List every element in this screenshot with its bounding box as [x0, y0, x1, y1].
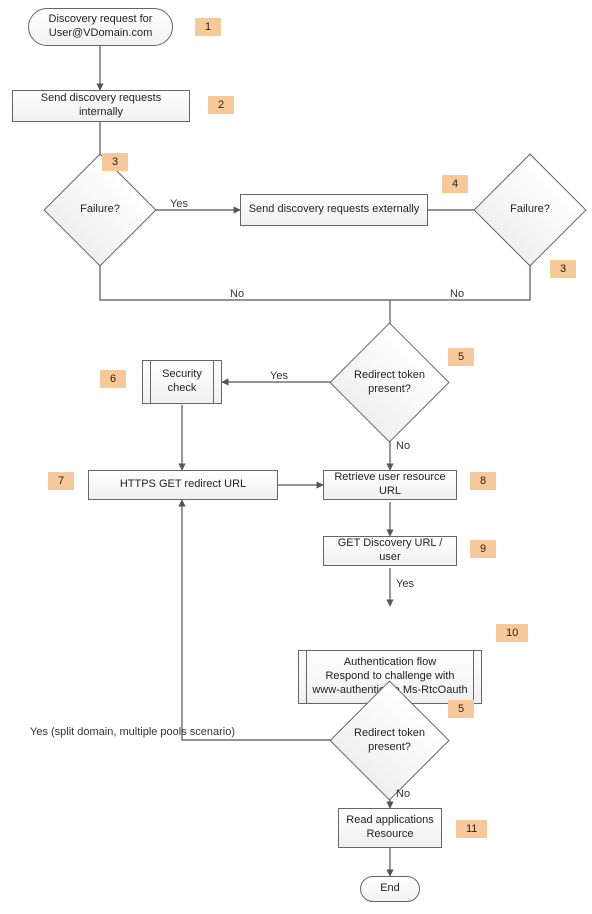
- badge-3a: 3: [102, 153, 128, 171]
- process-https-get-redirect: HTTPS GET redirect URL: [88, 470, 278, 500]
- badge-8: 8: [470, 472, 496, 490]
- badge-3b: 3: [550, 260, 576, 278]
- badge-2: 2: [208, 96, 234, 114]
- process-send-internal: Send discovery requests internally: [12, 90, 190, 122]
- process-read-applications: Read applications Resource: [338, 808, 442, 848]
- edge-yes-5a: Yes: [270, 370, 288, 382]
- subprocess-security-check: Security check: [142, 360, 222, 404]
- start-terminator: Discovery request for User@VDomain.com: [28, 8, 173, 46]
- edge-yes-1: Yes: [170, 198, 188, 210]
- edge-no-b: No: [450, 288, 464, 300]
- decision-label: Failure?: [80, 203, 120, 217]
- edge-yes-9: Yes: [396, 578, 414, 590]
- edge-yes-split: Yes (split domain, multiple pools scenar…: [30, 726, 235, 738]
- badge-10: 10: [496, 624, 528, 642]
- process-send-external: Send discovery requests externally: [240, 194, 428, 226]
- connectors-layer: [0, 0, 592, 914]
- decision-label: Redirect token present?: [354, 369, 425, 397]
- badge-5a: 5: [448, 348, 474, 366]
- badge-11: 11: [456, 820, 487, 838]
- decision-label: Failure?: [510, 203, 550, 217]
- process-retrieve-user-url: Retrieve user resource URL: [323, 470, 457, 500]
- edge-no-5a: No: [396, 440, 410, 452]
- badge-1: 1: [195, 18, 221, 36]
- end-terminator: End: [360, 876, 420, 902]
- decision-label: Redirect token present?: [354, 727, 425, 755]
- edge-no-a: No: [230, 288, 244, 300]
- badge-5b: 5: [448, 700, 474, 718]
- decision-failure-1: Failure?: [60, 170, 140, 250]
- badge-9: 9: [470, 540, 496, 558]
- badge-6: 6: [100, 370, 126, 388]
- decision-redirect-token-2: Redirect token present?: [347, 698, 432, 783]
- decision-failure-2: Failure?: [490, 170, 570, 250]
- decision-redirect-token-1: Redirect token present?: [347, 340, 432, 425]
- process-get-discovery-user: GET Discovery URL / user: [323, 536, 457, 566]
- edge-no-5b: No: [396, 788, 410, 800]
- badge-7: 7: [48, 472, 74, 490]
- badge-4: 4: [442, 175, 468, 193]
